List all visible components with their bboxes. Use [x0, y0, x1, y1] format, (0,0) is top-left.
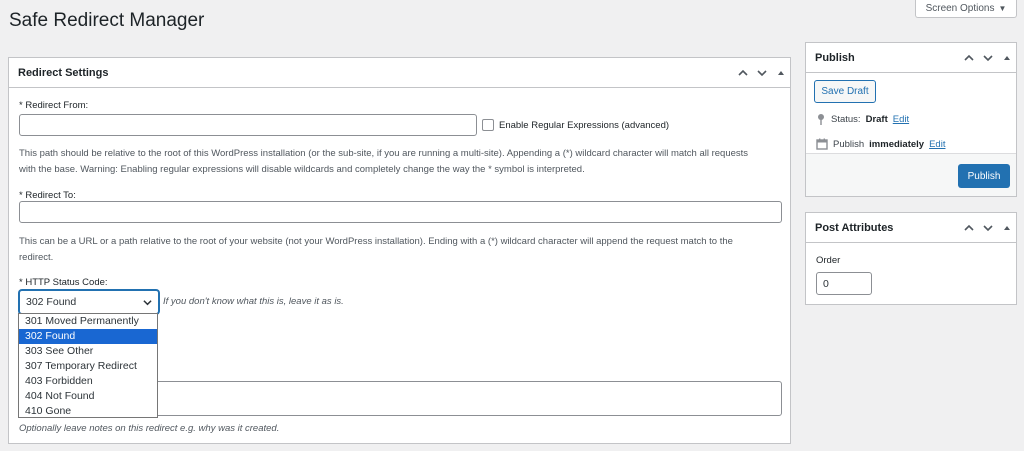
pin-icon	[818, 114, 824, 125]
status-edit-link[interactable]: Edit	[893, 114, 909, 125]
save-draft-button[interactable]: Save Draft	[814, 80, 876, 103]
status-code-dropdown: 301 Moved Permanently 302 Found 303 See …	[18, 313, 158, 418]
move-up-icon[interactable]	[964, 223, 974, 233]
publish-label: Publish	[833, 138, 865, 150]
enable-regex-label[interactable]: Enable Regular Expressions (advanced)	[499, 120, 669, 131]
toggle-panel-icon[interactable]	[778, 71, 784, 75]
redirect-settings-title: Redirect Settings	[18, 66, 109, 79]
toggle-panel-icon[interactable]	[1004, 56, 1010, 60]
move-up-icon[interactable]	[964, 53, 974, 63]
status-row: Status: Draft Edit	[816, 113, 909, 125]
status-option-410[interactable]: 410 Gone	[19, 404, 157, 419]
publish-header: Publish	[806, 43, 1016, 73]
status-code-hint: If you don't know what this is, leave it…	[163, 296, 344, 307]
move-down-icon[interactable]	[983, 53, 993, 63]
box-handle-actions	[738, 58, 784, 88]
toggle-panel-icon[interactable]	[1004, 226, 1010, 230]
status-option-307[interactable]: 307 Temporary Redirect	[19, 359, 157, 374]
status-option-404[interactable]: 404 Not Found	[19, 389, 157, 404]
redirect-to-input[interactable]	[19, 201, 782, 223]
publish-edit-link[interactable]: Edit	[929, 139, 945, 150]
enable-regex-checkbox[interactable]	[482, 119, 494, 131]
redirect-from-label: * Redirect From:	[19, 100, 89, 111]
post-attributes-title: Post Attributes	[815, 221, 894, 234]
publish-time-row: Publish immediately Edit	[816, 138, 945, 150]
publish-title: Publish	[815, 51, 855, 64]
redirect-to-label: * Redirect To:	[19, 190, 76, 201]
status-code-select[interactable]: 302 Found	[19, 290, 159, 314]
publish-button[interactable]: Publish	[958, 164, 1010, 188]
status-value: Draft	[865, 113, 888, 125]
status-option-303[interactable]: 303 See Other	[19, 344, 157, 359]
move-up-icon[interactable]	[738, 68, 748, 78]
status-label: Status:	[831, 113, 861, 125]
redirect-to-help-line1: This can be a URL or a path relative to …	[19, 236, 733, 247]
status-option-302[interactable]: 302 Found	[19, 329, 157, 344]
move-down-icon[interactable]	[757, 68, 767, 78]
box-handle-actions	[964, 213, 1010, 243]
redirect-settings-header: Redirect Settings	[9, 58, 790, 88]
screen-options-button[interactable]: Screen Options ▼	[915, 0, 1017, 18]
status-code-selected: 302 Found	[26, 296, 77, 308]
notes-help: Optionally leave notes on this redirect …	[19, 423, 280, 434]
calendar-icon	[816, 138, 828, 150]
move-down-icon[interactable]	[983, 223, 993, 233]
publish-value: immediately	[869, 138, 925, 150]
caret-down-icon: ▼	[998, 4, 1007, 13]
status-option-403[interactable]: 403 Forbidden	[19, 374, 157, 389]
redirect-from-input[interactable]	[19, 114, 477, 136]
box-handle-actions	[964, 43, 1010, 73]
post-attributes-box: Post Attributes Order 0	[805, 212, 1017, 305]
status-code-label: * HTTP Status Code:	[19, 277, 108, 288]
redirect-to-help-line2: redirect.	[19, 252, 54, 263]
order-input[interactable]: 0	[816, 272, 872, 295]
redirect-from-help-line2: with the base. Warning: Enabling regular…	[19, 164, 585, 175]
page-title: Safe Redirect Manager	[9, 10, 205, 31]
status-option-301[interactable]: 301 Moved Permanently	[19, 314, 157, 329]
redirect-from-help-line1: This path should be relative to the root…	[19, 148, 749, 159]
publish-box: Publish Save Draft Status: Draft Edit Pu…	[805, 42, 1017, 197]
chevron-down-icon	[143, 300, 152, 306]
post-attributes-header: Post Attributes	[806, 213, 1016, 243]
screen-options-label: Screen Options	[925, 3, 995, 14]
order-label: Order	[816, 255, 841, 266]
publish-actions: Publish	[806, 153, 1016, 196]
